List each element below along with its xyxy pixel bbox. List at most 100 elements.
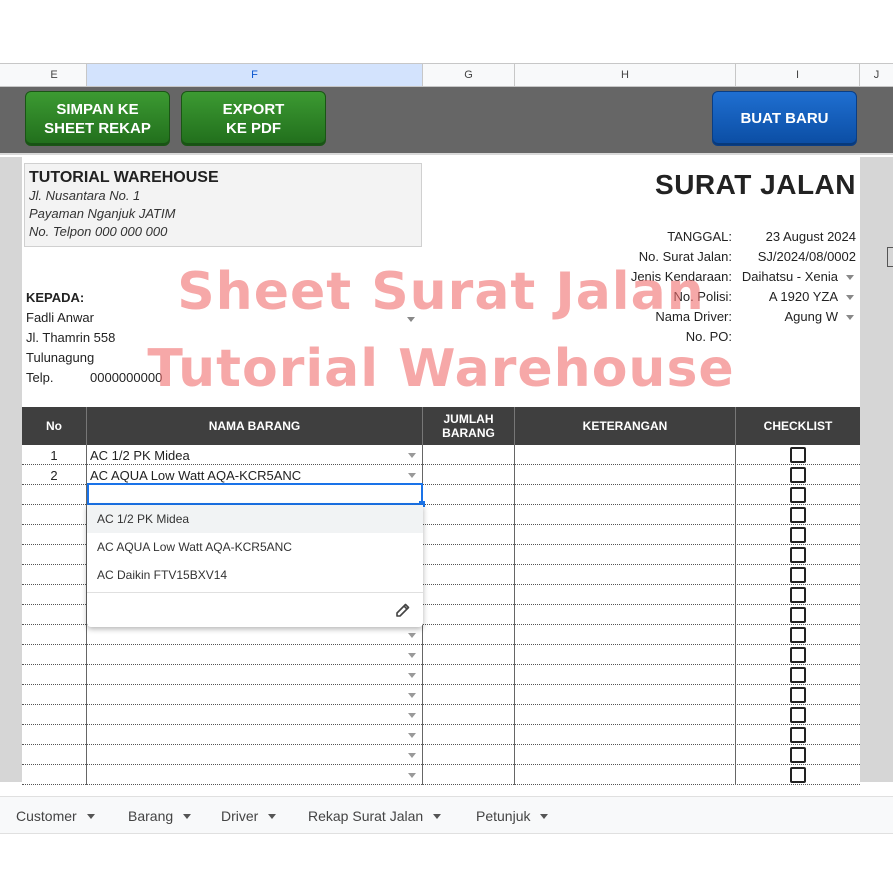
new-document-button[interactable]: BUAT BARU (712, 91, 857, 146)
meta-polisi[interactable]: No. Polisi: A 1920 YZA (422, 289, 860, 309)
chevron-down-icon[interactable] (268, 813, 277, 819)
column-header-f[interactable]: F (87, 64, 423, 86)
checklist-checkbox[interactable] (790, 687, 806, 703)
note-cell[interactable] (515, 565, 736, 585)
checklist-cell[interactable] (736, 685, 860, 705)
row-number-cell[interactable] (22, 725, 87, 745)
checklist-cell[interactable] (736, 525, 860, 545)
note-cell[interactable] (515, 485, 736, 505)
note-cell[interactable] (515, 725, 736, 745)
column-header-j[interactable]: J (860, 64, 893, 86)
checklist-cell[interactable] (736, 545, 860, 565)
chevron-down-icon[interactable] (846, 275, 854, 280)
quantity-cell[interactable] (423, 545, 515, 565)
quantity-cell[interactable] (423, 645, 515, 665)
meta-po[interactable]: No. PO: (422, 329, 860, 349)
quantity-cell[interactable] (423, 725, 515, 745)
row-number-cell[interactable]: 2 (22, 465, 87, 485)
checklist-checkbox[interactable] (790, 767, 806, 783)
checklist-checkbox[interactable] (790, 507, 806, 523)
row-number-cell[interactable] (22, 645, 87, 665)
chevron-down-icon[interactable] (433, 813, 442, 819)
company-info-box[interactable]: TUTORIAL WAREHOUSE Jl. Nusantara No. 1 P… (24, 163, 422, 247)
row-number-cell[interactable] (22, 705, 87, 725)
checklist-cell[interactable] (736, 565, 860, 585)
item-name-cell[interactable] (87, 625, 423, 645)
row-number-cell[interactable] (22, 485, 87, 505)
item-name-cell[interactable] (87, 665, 423, 685)
chevron-down-icon[interactable] (408, 773, 416, 778)
note-cell[interactable] (515, 605, 736, 625)
note-cell[interactable] (515, 465, 736, 485)
note-cell[interactable] (515, 745, 736, 765)
chevron-down-icon[interactable] (408, 753, 416, 758)
checklist-cell[interactable] (736, 445, 860, 465)
chevron-down-icon[interactable] (408, 693, 416, 698)
item-name-cell[interactable] (87, 765, 423, 785)
checklist-cell[interactable] (736, 725, 860, 745)
sheet-tab-rekap[interactable]: Rekap Surat Jalan (308, 797, 442, 835)
item-name-cell-editor[interactable] (87, 483, 425, 507)
chevron-down-icon[interactable] (408, 473, 416, 478)
quantity-cell[interactable] (423, 505, 515, 525)
chevron-down-icon[interactable] (183, 813, 192, 819)
chevron-down-icon[interactable] (408, 733, 416, 738)
meta-kendaraan[interactable]: Jenis Kendaraan: Daihatsu - Xenia (422, 269, 860, 289)
export-pdf-button[interactable]: EXPORT KE PDF (181, 91, 326, 146)
chevron-down-icon[interactable] (408, 713, 416, 718)
quantity-cell[interactable] (423, 705, 515, 725)
note-cell[interactable] (515, 445, 736, 465)
quantity-cell[interactable] (423, 445, 515, 465)
quantity-cell[interactable] (423, 525, 515, 545)
note-cell[interactable] (515, 705, 736, 725)
note-cell[interactable] (515, 525, 736, 545)
meta-nomor[interactable]: No. Surat Jalan: SJ/2024/08/0002 (422, 249, 860, 269)
checklist-checkbox[interactable] (790, 727, 806, 743)
checklist-cell[interactable] (736, 485, 860, 505)
column-header-g[interactable]: G (423, 64, 515, 86)
quantity-cell[interactable] (423, 665, 515, 685)
row-number-cell[interactable] (22, 765, 87, 785)
checklist-cell[interactable] (736, 645, 860, 665)
checklist-checkbox[interactable] (790, 527, 806, 543)
sheet-tab-petunjuk[interactable]: Petunjuk (476, 797, 549, 835)
note-cell[interactable] (515, 645, 736, 665)
customer-name[interactable]: Fadli Anwar (26, 310, 94, 325)
quantity-cell[interactable] (423, 745, 515, 765)
quantity-cell[interactable] (423, 605, 515, 625)
note-cell[interactable] (515, 585, 736, 605)
dropdown-option[interactable]: AC 1/2 PK Midea (87, 505, 423, 533)
row-number-cell[interactable] (22, 545, 87, 565)
quantity-cell[interactable] (423, 625, 515, 645)
item-name-cell[interactable] (87, 685, 423, 705)
note-cell[interactable] (515, 765, 736, 785)
row-number-cell[interactable]: 1 (22, 445, 87, 465)
checklist-cell[interactable] (736, 505, 860, 525)
item-name-cell[interactable]: AC AQUA Low Watt AQA-KCR5ANC (87, 465, 423, 485)
meta-driver[interactable]: Nama Driver: Agung W (422, 309, 860, 329)
chevron-down-icon[interactable] (846, 315, 854, 320)
checklist-cell[interactable] (736, 745, 860, 765)
row-number-cell[interactable] (22, 565, 87, 585)
item-name-cell[interactable]: AC 1/2 PK Midea (87, 445, 423, 465)
checklist-cell[interactable] (736, 605, 860, 625)
note-cell[interactable] (515, 665, 736, 685)
chevron-down-icon[interactable] (540, 813, 549, 819)
item-name-cell[interactable] (87, 745, 423, 765)
checklist-checkbox[interactable] (790, 447, 806, 463)
note-cell[interactable] (515, 625, 736, 645)
row-number-cell[interactable] (22, 505, 87, 525)
checklist-cell[interactable] (736, 625, 860, 645)
quantity-cell[interactable] (423, 765, 515, 785)
checklist-checkbox[interactable] (790, 487, 806, 503)
chevron-down-icon[interactable] (408, 633, 416, 638)
checklist-checkbox[interactable] (790, 587, 806, 603)
sheet-tab-barang[interactable]: Barang (128, 797, 192, 835)
chevron-down-icon[interactable] (408, 673, 416, 678)
column-header-e[interactable]: E (22, 64, 87, 86)
dropdown-option[interactable]: AC AQUA Low Watt AQA-KCR5ANC (87, 533, 423, 561)
row-number-cell[interactable] (22, 665, 87, 685)
note-cell[interactable] (515, 545, 736, 565)
chevron-down-icon[interactable] (86, 813, 95, 819)
note-cell[interactable] (515, 685, 736, 705)
